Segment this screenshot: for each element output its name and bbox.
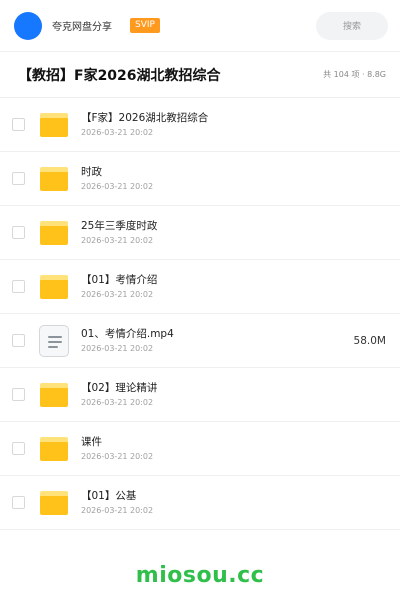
file-size: 58.0M — [353, 334, 386, 347]
file-name[interactable]: 【01】考情介绍 — [81, 273, 157, 287]
folder-icon — [40, 382, 68, 407]
file-name[interactable]: 【01】公基 — [81, 489, 153, 503]
folder-icon — [39, 110, 69, 140]
search-button[interactable]: 搜索 — [316, 11, 388, 40]
file-info: 【01】考情介绍 2026-03-21 20:02 — [81, 273, 157, 300]
folder-icon — [39, 380, 69, 410]
folder-icon — [39, 164, 69, 194]
file-name[interactable]: 25年三季度时政 — [81, 219, 157, 233]
folder-icon — [40, 166, 68, 191]
checkbox[interactable] — [12, 334, 25, 347]
share-meta: 共 104 项 · 8.8G — [323, 70, 386, 79]
file-info: 【01】公基 2026-03-21 20:02 — [81, 489, 153, 516]
file-date: 2026-03-21 20:02 — [81, 452, 154, 461]
folder-icon — [40, 220, 68, 245]
folder-icon — [39, 434, 69, 464]
avatar[interactable] — [14, 11, 42, 40]
file-name[interactable]: 【F家】2026湖北教招综合 — [81, 111, 208, 125]
vip-badge: SVIP — [130, 18, 160, 33]
file-date: 2026-03-21 20:02 — [81, 398, 154, 407]
folder-icon — [39, 218, 69, 248]
file-icon — [39, 324, 69, 357]
user-name[interactable]: 夸克网盘分享 — [52, 18, 112, 33]
file-date: 2026-03-21 20:02 — [81, 182, 154, 191]
file-name[interactable]: 时政 — [81, 165, 153, 179]
file-list: 【F家】2026湖北教招综合 2026-03-21 20:02 时政 2026-03-… — [0, 98, 400, 530]
file-info: 01、考情介绍.mp4 2026-03-21 20:02 — [81, 327, 174, 354]
folder-icon — [40, 274, 68, 299]
list-item[interactable]: 01、考情介绍.mp4 2026-03-21 20:02 58.0M — [0, 314, 400, 368]
list-item[interactable]: 时政 2026-03-21 20:02 — [0, 152, 400, 206]
list-item[interactable]: 【F家】2026湖北教招综合 2026-03-21 20:02 — [0, 98, 400, 152]
list-item[interactable]: 【02】理论精讲 2026-03-21 20:02 — [0, 368, 400, 422]
file-info: 25年三季度时政 2026-03-21 20:02 — [81, 219, 157, 246]
file-info: 【02】理论精讲 2026-03-21 20:02 — [81, 381, 157, 408]
file-date: 2026-03-21 20:02 — [81, 128, 154, 137]
list-item[interactable]: 25年三季度时政 2026-03-21 20:02 — [0, 206, 400, 260]
file-info: 时政 2026-03-21 20:02 — [81, 165, 153, 192]
folder-icon — [40, 490, 68, 515]
folder-icon — [40, 112, 68, 137]
checkbox[interactable] — [12, 388, 25, 401]
folder-icon — [39, 272, 69, 302]
watermark: miosou.cc — [135, 563, 265, 588]
checkbox[interactable] — [12, 442, 25, 455]
list-item[interactable]: 【01】公基 2026-03-21 20:02 — [0, 476, 400, 530]
file-date: 2026-03-21 20:02 — [81, 236, 154, 245]
file-name[interactable]: 【02】理论精讲 — [81, 381, 157, 395]
checkbox[interactable] — [12, 172, 25, 185]
file-icon — [39, 324, 69, 357]
folder-icon — [40, 436, 68, 461]
share-title-row: 【教招】F家2026湖北教招综合 共 104 项 · 8.8G — [0, 52, 400, 98]
page-title: 【教招】F家2026湖北教招综合 — [18, 67, 221, 84]
file-date: 2026-03-21 20:02 — [81, 506, 154, 515]
checkbox[interactable] — [12, 496, 25, 509]
folder-icon — [39, 488, 69, 518]
checkbox[interactable] — [12, 226, 25, 239]
file-date: 2026-03-21 20:02 — [81, 290, 154, 299]
file-date: 2026-03-21 20:02 — [81, 344, 154, 353]
file-name[interactable]: 课件 — [81, 435, 153, 449]
list-item[interactable]: 【01】考情介绍 2026-03-21 20:02 — [0, 260, 400, 314]
checkbox[interactable] — [12, 118, 25, 131]
list-item[interactable]: 课件 2026-03-21 20:02 — [0, 422, 400, 476]
file-info: 课件 2026-03-21 20:02 — [81, 435, 153, 462]
file-name[interactable]: 01、考情介绍.mp4 — [81, 327, 174, 341]
checkbox[interactable] — [12, 280, 25, 293]
file-info: 【F家】2026湖北教招综合 2026-03-21 20:02 — [81, 111, 208, 138]
top-bar: 夸克网盘分享 SVIP 搜索 — [0, 0, 400, 52]
